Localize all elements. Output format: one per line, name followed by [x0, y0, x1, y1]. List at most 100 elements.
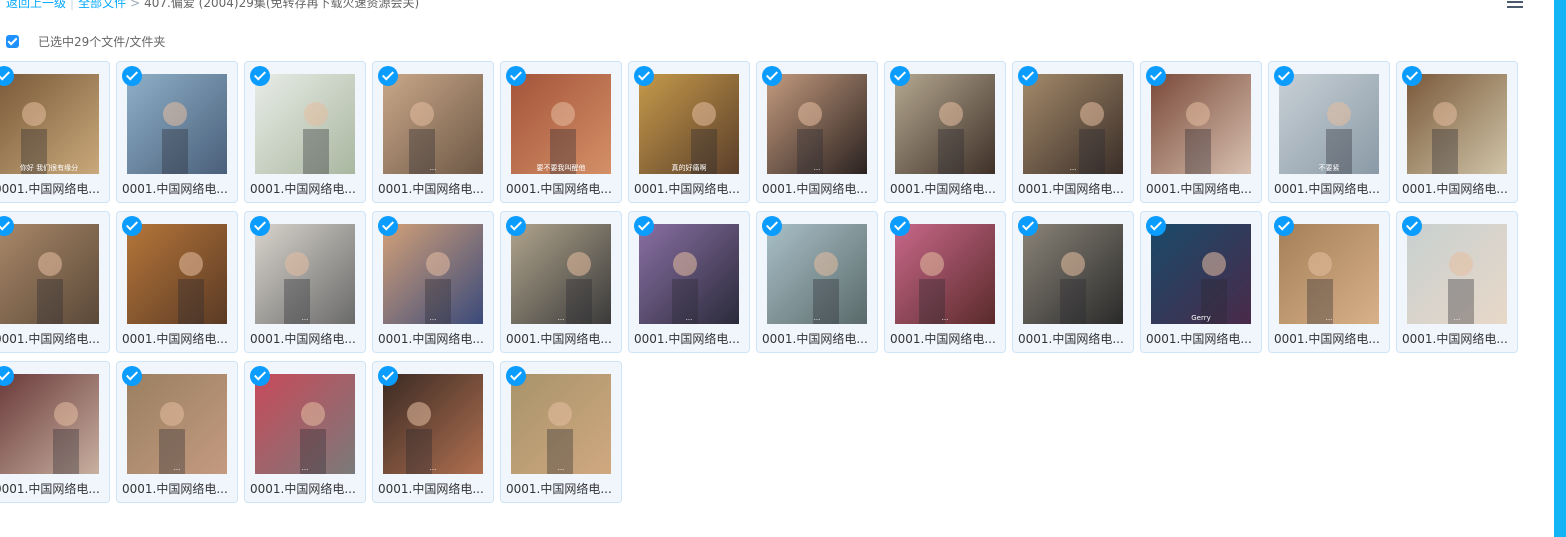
file-tile[interactable]: ... 0001.中国网络电... — [628, 211, 750, 353]
file-tile[interactable]: ... 0001.中国网络电... — [756, 211, 878, 353]
file-name: 0001.中国网络电... — [250, 482, 356, 496]
file-tile[interactable]: ... 0001.中国网络电... — [884, 211, 1006, 353]
subtitle-text: 你好 我们很有缘分 — [20, 163, 78, 172]
video-thumbnail: ... — [127, 374, 227, 474]
file-tile[interactable]: ... 0001.中国网络电... — [244, 361, 366, 503]
selected-check-icon[interactable] — [506, 66, 526, 86]
file-grid: 你好 我们很有缘分 0001.中国网络电... 0001.中国网络电... 0001.… — [0, 0, 1530, 537]
file-tile[interactable]: ... 0001.中国网络电... — [756, 61, 878, 203]
video-thumbnail: 不要紧 — [1279, 74, 1379, 174]
video-thumbnail — [255, 74, 355, 174]
file-tile[interactable]: 0001.中国网络电... — [116, 211, 238, 353]
file-tile[interactable]: 0001.中国网络电... — [116, 61, 238, 203]
file-name: 0001.中国网络电... — [378, 482, 484, 496]
file-name: 0001.中国网络电... — [1146, 332, 1252, 346]
file-tile[interactable]: 0001.中国网络电... — [1012, 211, 1134, 353]
selected-check-icon[interactable] — [506, 366, 526, 386]
subtitle-text: Gerry — [1191, 314, 1211, 322]
selected-check-icon[interactable] — [1146, 216, 1166, 236]
video-thumbnail: ... — [511, 374, 611, 474]
selected-check-icon[interactable] — [1274, 216, 1294, 236]
file-tile[interactable]: 0001.中国网络电... — [0, 211, 110, 353]
selected-check-icon[interactable] — [378, 366, 398, 386]
file-tile[interactable]: 要不要我叫醒他 0001.中国网络电... — [500, 61, 622, 203]
file-name: 0001.中国网络电... — [1274, 332, 1380, 346]
file-tile[interactable]: 0001.中国网络电... — [1140, 61, 1262, 203]
video-thumbnail — [895, 74, 995, 174]
video-thumbnail: 你好 我们很有缘分 — [0, 74, 99, 174]
selected-check-icon[interactable] — [506, 216, 526, 236]
selected-check-icon[interactable] — [1146, 66, 1166, 86]
file-tile[interactable]: ... 0001.中国网络电... — [1012, 61, 1134, 203]
selected-check-icon[interactable] — [634, 66, 654, 86]
selected-check-icon[interactable] — [122, 216, 142, 236]
subtitle-text: ... — [1070, 164, 1077, 172]
selected-check-icon[interactable] — [634, 216, 654, 236]
video-thumbnail — [0, 374, 99, 474]
file-tile[interactable]: 0001.中国网络电... — [884, 61, 1006, 203]
file-name: 0001.中国网络电... — [122, 332, 228, 346]
file-name: 0001.中国网络电... — [1018, 332, 1124, 346]
file-tile[interactable]: ... 0001.中国网络电... — [1396, 211, 1518, 353]
file-name: 0001.中国网络电... — [506, 182, 612, 196]
file-name: 0001.中国网络电... — [378, 182, 484, 196]
file-tile[interactable]: 0001.中国网络电... — [244, 61, 366, 203]
file-tile[interactable]: ... 0001.中国网络电... — [372, 61, 494, 203]
file-name: 0001.中国网络电... — [0, 482, 100, 496]
file-tile[interactable]: 不要紧 0001.中国网络电... — [1268, 61, 1390, 203]
selected-check-icon[interactable] — [250, 366, 270, 386]
subtitle-text: ... — [558, 464, 565, 472]
selected-check-icon[interactable] — [122, 366, 142, 386]
file-name: 0001.中国网络电... — [0, 182, 100, 196]
file-tile[interactable]: Gerry 0001.中国网络电... — [1140, 211, 1262, 353]
video-thumbnail: 要不要我叫醒他 — [511, 74, 611, 174]
file-name: 0001.中国网络电... — [506, 482, 612, 496]
video-thumbnail: ... — [255, 374, 355, 474]
file-name: 0001.中国网络电... — [890, 332, 996, 346]
file-tile[interactable]: 0001.中国网络电... — [1396, 61, 1518, 203]
video-thumbnail: ... — [895, 224, 995, 324]
file-tile[interactable]: ... 0001.中国网络电... — [372, 211, 494, 353]
selected-check-icon[interactable] — [378, 66, 398, 86]
subtitle-text: ... — [814, 314, 821, 322]
file-name: 0001.中国网络电... — [1402, 182, 1508, 196]
subtitle-text: ... — [558, 314, 565, 322]
file-tile[interactable]: ... 0001.中国网络电... — [244, 211, 366, 353]
file-tile[interactable]: 真的好痛啊 0001.中国网络电... — [628, 61, 750, 203]
file-tile[interactable]: ... 0001.中国网络电... — [372, 361, 494, 503]
video-thumbnail: ... — [767, 74, 867, 174]
selected-check-icon[interactable] — [378, 216, 398, 236]
video-thumbnail — [1023, 224, 1123, 324]
subtitle-text: ... — [942, 314, 949, 322]
file-name: 0001.中国网络电... — [506, 332, 612, 346]
selected-check-icon[interactable] — [762, 66, 782, 86]
selected-check-icon[interactable] — [762, 216, 782, 236]
video-thumbnail — [1151, 74, 1251, 174]
selected-check-icon[interactable] — [1402, 66, 1422, 86]
scrollbar[interactable] — [1554, 0, 1566, 537]
selected-check-icon[interactable] — [250, 66, 270, 86]
file-name: 0001.中国网络电... — [378, 332, 484, 346]
file-tile[interactable]: ... 0001.中国网络电... — [116, 361, 238, 503]
subtitle-text: 要不要我叫醒他 — [537, 163, 586, 172]
selected-check-icon[interactable] — [1402, 216, 1422, 236]
file-name: 0001.中国网络电... — [634, 332, 740, 346]
video-thumbnail: ... — [383, 224, 483, 324]
selected-check-icon[interactable] — [250, 216, 270, 236]
video-thumbnail: 真的好痛啊 — [639, 74, 739, 174]
file-tile[interactable]: ... 0001.中国网络电... — [500, 211, 622, 353]
selected-check-icon[interactable] — [890, 66, 910, 86]
selected-check-icon[interactable] — [1018, 216, 1038, 236]
video-thumbnail: Gerry — [1151, 224, 1251, 324]
video-thumbnail: ... — [1407, 224, 1507, 324]
selected-check-icon[interactable] — [1274, 66, 1294, 86]
file-tile[interactable]: ... 0001.中国网络电... — [500, 361, 622, 503]
file-tile[interactable]: 0001.中国网络电... — [0, 361, 110, 503]
selected-check-icon[interactable] — [890, 216, 910, 236]
selected-check-icon[interactable] — [122, 66, 142, 86]
file-tile[interactable]: 你好 我们很有缘分 0001.中国网络电... — [0, 61, 110, 203]
subtitle-text: ... — [1454, 314, 1461, 322]
file-tile[interactable]: ... 0001.中国网络电... — [1268, 211, 1390, 353]
selected-check-icon[interactable] — [1018, 66, 1038, 86]
subtitle-text: ... — [686, 314, 693, 322]
